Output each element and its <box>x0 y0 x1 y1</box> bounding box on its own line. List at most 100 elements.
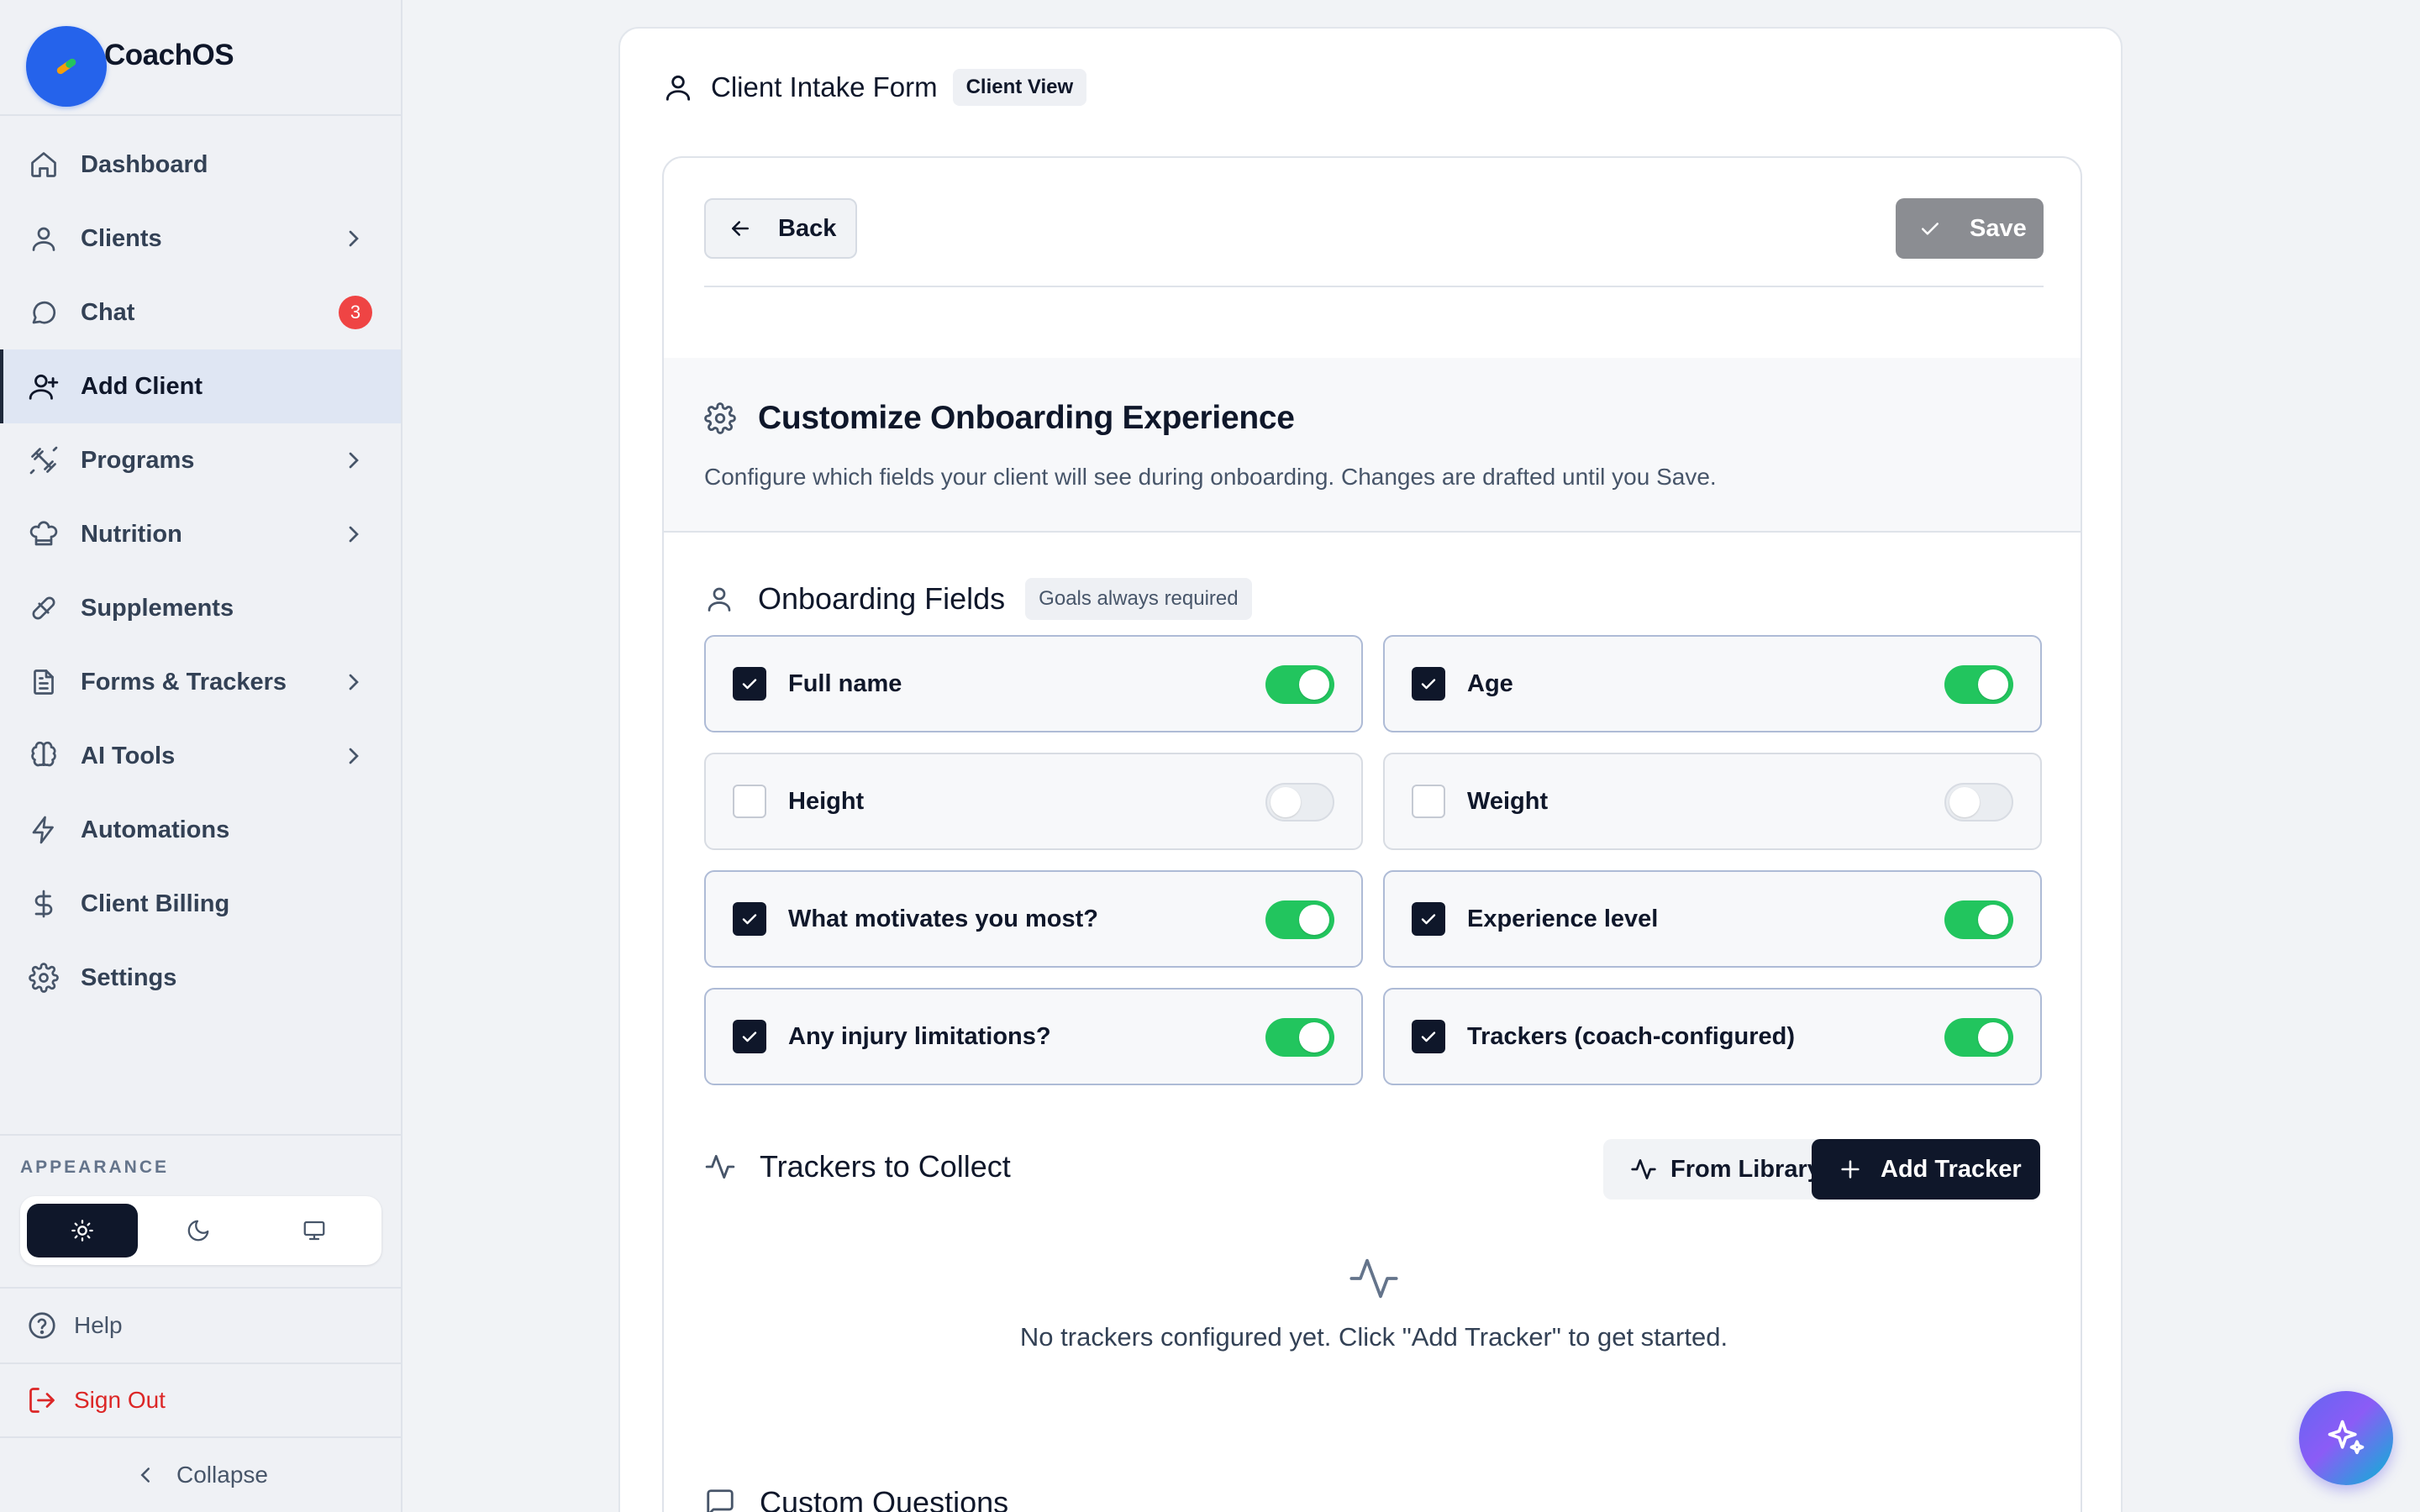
onboarding-fields-header: Onboarding Fields Goals always required <box>704 578 1252 620</box>
chevron-right-icon <box>349 674 359 690</box>
field-checkbox[interactable] <box>1412 1020 1445 1053</box>
field-card[interactable]: Weight <box>1383 753 2042 850</box>
intake-form-card: Client Intake Form Client View Back Save… <box>618 27 2123 1512</box>
sidebar-item-nutrition[interactable]: Nutrition <box>0 497 401 571</box>
pill-icon <box>56 58 76 75</box>
brand-header: CoachOS <box>0 0 401 116</box>
chevron-right-icon <box>349 452 359 469</box>
field-card[interactable]: Height <box>704 753 1363 850</box>
sign-out-label: Sign Out <box>74 1387 166 1413</box>
field-card[interactable]: Full name <box>704 635 1363 732</box>
field-label: Height <box>788 787 865 815</box>
save-button[interactable]: Save <box>1896 198 2044 259</box>
logout-icon <box>27 1385 57 1415</box>
sidebar-item-dashboard[interactable]: Dashboard <box>0 128 401 202</box>
field-toggle[interactable] <box>1265 783 1334 822</box>
theme-system-button[interactable] <box>259 1204 370 1257</box>
ai-assistant-button[interactable] <box>2299 1391 2393 1485</box>
field-card[interactable]: What motivates you most? <box>704 870 1363 968</box>
help-link[interactable]: Help <box>0 1287 401 1362</box>
field-card[interactable]: Trackers (coach-configured) <box>1383 988 2042 1085</box>
toggle-knob <box>1270 787 1301 817</box>
check-icon <box>1421 914 1436 925</box>
sidebar-item-ai-tools[interactable]: AI Tools <box>0 719 401 793</box>
empty-state-text: No trackers configured yet. Click "Add T… <box>1019 1322 1728 1352</box>
sidebar-item-supplements[interactable]: Supplements <box>0 571 401 645</box>
toggle-knob <box>1949 787 1980 817</box>
field-checkbox[interactable] <box>733 667 766 701</box>
brand-logo[interactable] <box>26 26 107 107</box>
field-checkbox[interactable] <box>1412 902 1445 936</box>
customize-section: Customize Onboarding Experience Configur… <box>664 358 2081 533</box>
chat-icon <box>27 296 60 329</box>
brain-icon <box>27 739 60 773</box>
chevron-right-icon <box>349 748 359 764</box>
field-toggle[interactable] <box>1944 783 2013 822</box>
sidebar-item-label: AI Tools <box>81 742 176 769</box>
field-label: Experience level <box>1467 905 1659 932</box>
add-tracker-label: Add Tracker <box>1881 1155 2022 1183</box>
goals-required-badge: Goals always required <box>1025 578 1252 620</box>
field-card[interactable]: Any injury limitations? <box>704 988 1363 1085</box>
sidebar-item-add-client[interactable]: Add Client <box>0 349 401 423</box>
theme-light-button[interactable] <box>27 1204 138 1257</box>
help-label: Help <box>74 1312 123 1338</box>
field-checkbox[interactable] <box>733 1020 766 1053</box>
check-icon <box>742 914 757 925</box>
field-toggle[interactable] <box>1265 665 1334 704</box>
field-label: Trackers (coach-configured) <box>1467 1022 1795 1050</box>
collapse-label: Collapse <box>176 1462 268 1488</box>
field-toggle[interactable] <box>1944 665 2013 704</box>
activity-icon <box>704 1151 736 1183</box>
sidebar-item-label: Client Billing <box>81 890 230 917</box>
view-badge: Client View <box>952 69 1087 106</box>
sidebar-item-label: Forms & Trackers <box>81 668 287 696</box>
sidebar-item-client-billing[interactable]: Client Billing <box>0 867 401 941</box>
sidebar-item-clients[interactable]: Clients <box>0 202 401 276</box>
field-toggle[interactable] <box>1265 900 1334 939</box>
sidebar-item-automations[interactable]: Automations <box>0 793 401 867</box>
sidebar-item-forms-trackers[interactable]: Forms & Trackers <box>0 645 401 719</box>
theme-dark-button[interactable] <box>143 1204 254 1257</box>
toggle-knob <box>1978 1022 2008 1053</box>
sidebar: CoachOS Dashboard Clients Chat 3 Add Cli… <box>0 0 402 1512</box>
chef-hat-icon <box>27 517 60 551</box>
gear-icon <box>704 402 736 434</box>
field-checkbox[interactable] <box>733 785 766 818</box>
sidebar-item-label: Supplements <box>81 594 234 622</box>
customize-title: Customize Onboarding Experience <box>758 400 1295 436</box>
collapse-sidebar-button[interactable]: Collapse <box>0 1436 401 1512</box>
sidebar-item-chat[interactable]: Chat 3 <box>0 276 401 349</box>
field-card[interactable]: Age <box>1383 635 2042 732</box>
onboarding-fields-title: Onboarding Fields <box>758 581 1006 616</box>
chevron-left-icon <box>133 1462 158 1488</box>
sidebar-item-settings[interactable]: Settings <box>0 941 401 1015</box>
field-toggle[interactable] <box>1944 1018 2013 1057</box>
trackers-empty-state: No trackers configured yet. Click "Add T… <box>664 1252 2081 1352</box>
field-toggle[interactable] <box>1944 900 2013 939</box>
file-text-icon <box>27 665 60 699</box>
page-header: Client Intake Form Client View <box>662 69 1087 106</box>
home-icon <box>27 148 60 181</box>
check-icon <box>742 1032 757 1042</box>
field-toggle[interactable] <box>1265 1018 1334 1057</box>
user-plus-icon <box>27 370 60 403</box>
back-button[interactable]: Back <box>704 198 857 259</box>
chevron-right-icon <box>349 230 359 247</box>
bolt-icon <box>27 813 60 847</box>
sidebar-item-programs[interactable]: Programs <box>0 423 401 497</box>
check-icon <box>1918 216 1943 241</box>
sidebar-item-label: Automations <box>81 816 230 843</box>
pill-icon <box>27 591 60 625</box>
field-checkbox[interactable] <box>733 902 766 936</box>
sign-out-button[interactable]: Sign Out <box>0 1362 401 1436</box>
appearance-label: APPEARANCE <box>20 1158 170 1177</box>
field-checkbox[interactable] <box>1412 785 1445 818</box>
add-tracker-button[interactable]: Add Tracker <box>1812 1139 2040 1200</box>
theme-switcher <box>20 1196 381 1265</box>
field-card[interactable]: Experience level <box>1383 870 2042 968</box>
sun-icon <box>71 1220 93 1242</box>
user-icon <box>662 71 694 103</box>
from-library-button[interactable]: From Library <box>1603 1139 1839 1200</box>
field-checkbox[interactable] <box>1412 667 1445 701</box>
